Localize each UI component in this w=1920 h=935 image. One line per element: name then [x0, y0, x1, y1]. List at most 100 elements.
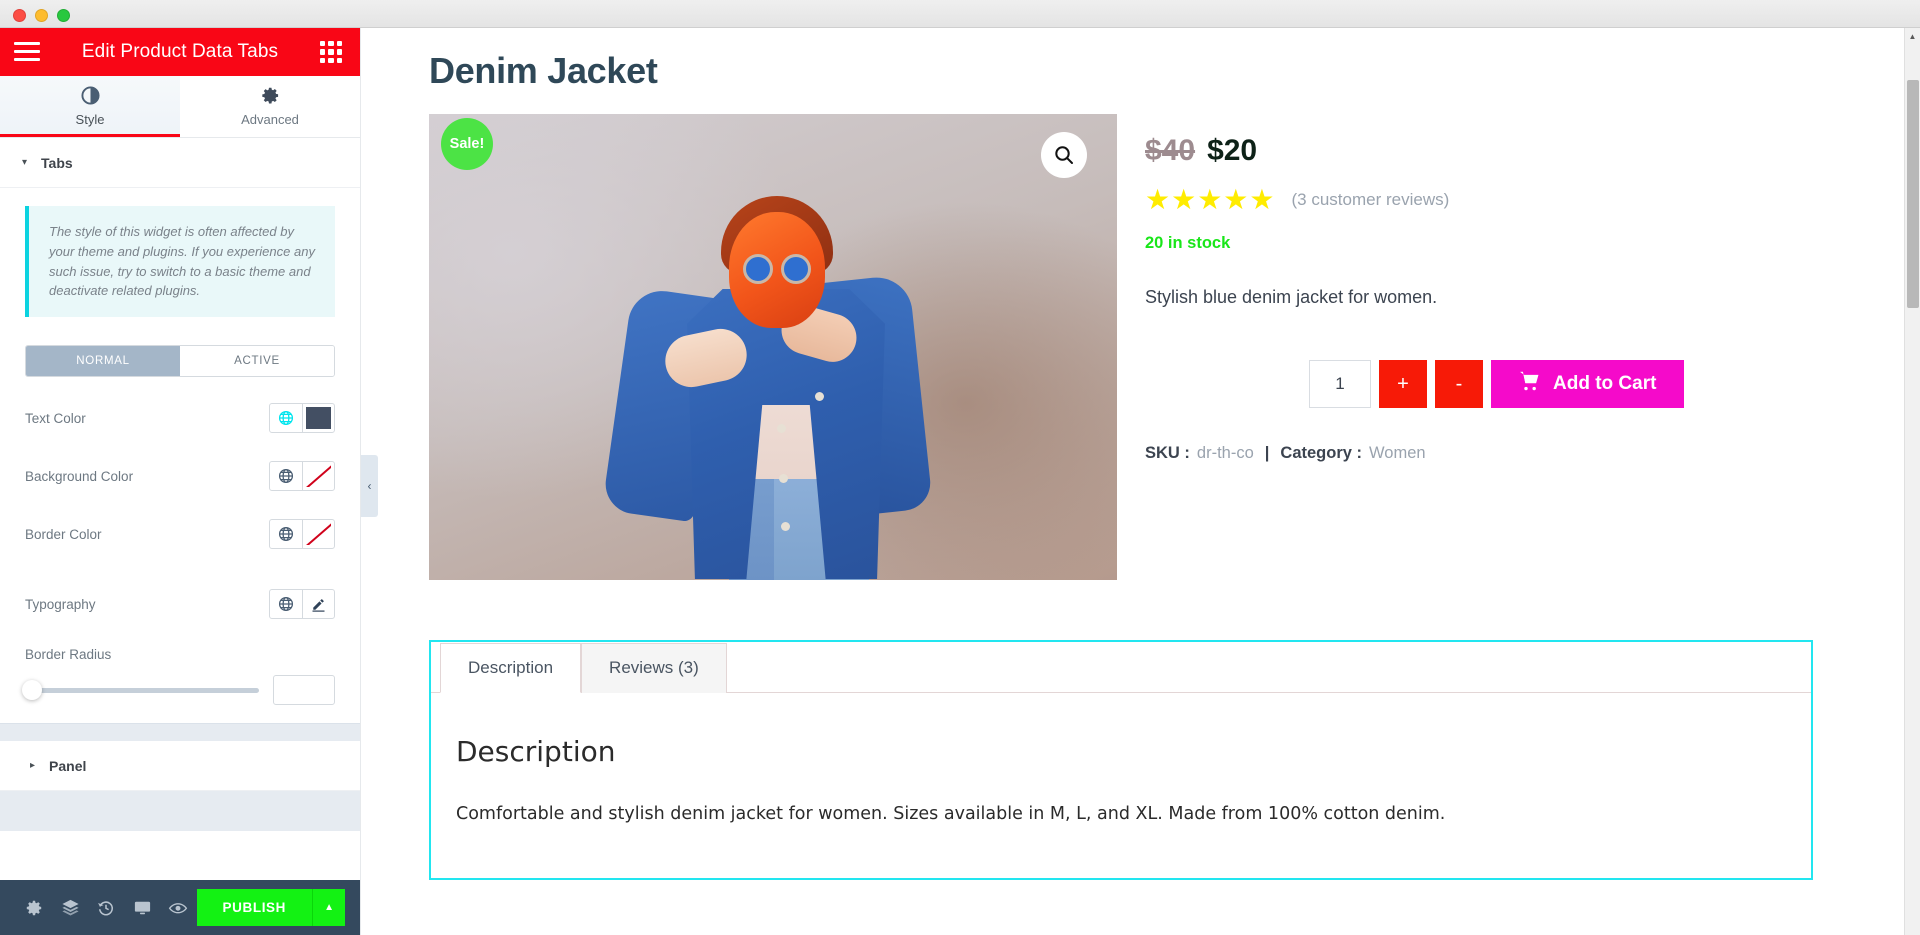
elementor-editor-panel: Edit Product Data Tabs Style Advanced ▾ … — [0, 28, 361, 935]
window-maximize-button[interactable] — [57, 9, 70, 22]
price-sale: $20 — [1207, 134, 1258, 167]
panel-tab-strip: Style Advanced — [0, 76, 360, 138]
publish-button[interactable]: PUBLISH — [196, 889, 313, 926]
tab-advanced-label: Advanced — [241, 112, 299, 127]
tab-description[interactable]: Description — [440, 643, 582, 693]
window-titlebar — [0, 0, 1920, 28]
price-original: $40 — [1145, 134, 1196, 167]
page-title: Denim Jacket — [429, 50, 658, 91]
state-tab-normal[interactable]: NORMAL — [26, 346, 180, 376]
product-summary: $40 $20 ★★★★★ (3 customer reviews) 20 in… — [1145, 114, 1849, 580]
control-background-color: Background Color — [25, 461, 335, 491]
layers-icon[interactable] — [52, 880, 88, 935]
stock-status: 20 in stock — [1145, 234, 1231, 252]
contrast-icon — [80, 86, 100, 107]
scrollbar-thumb[interactable] — [1907, 80, 1919, 308]
meta-divider: | — [1264, 444, 1270, 462]
preview-canvas: Denim Jacket Sale! $40 $20 ★★★★★ (3 cust… — [361, 28, 1904, 935]
window-close-button[interactable] — [13, 9, 26, 22]
globe-icon[interactable] — [270, 520, 302, 548]
pencil-icon[interactable] — [302, 590, 334, 618]
product-summary-section: Sale! $40 $20 ★★★★★ (3 customer reviews) — [429, 114, 1849, 580]
publish-options-arrow[interactable]: ▲ — [312, 889, 346, 926]
control-label-border-color: Border Color — [25, 526, 102, 542]
description-heading: Description — [456, 735, 616, 768]
chevron-down-icon: ▾ — [22, 157, 28, 168]
section-title-panel: Panel — [49, 757, 87, 774]
sale-badge: Sale! — [441, 118, 493, 170]
panel-bottom-toolbar: PUBLISH ▲ — [0, 880, 360, 935]
control-label-typography: Typography — [25, 596, 96, 612]
product-meta: SKU : dr-th-co | Category : Women — [1145, 444, 1849, 463]
gear-icon[interactable] — [16, 880, 52, 935]
tab-reviews[interactable]: Reviews (3) — [581, 643, 727, 693]
style-notice-text: The style of this widget is often affect… — [49, 224, 315, 299]
add-to-cart-button[interactable]: Add to Cart — [1491, 360, 1685, 408]
border-color-swatch[interactable] — [302, 520, 334, 548]
control-text-color: Text Color — [25, 403, 335, 433]
control-label-border-radius: Border Radius — [25, 647, 112, 662]
section-header-panel[interactable]: ▸ Panel — [0, 741, 360, 791]
text-color-widget — [269, 403, 335, 433]
quantity-input[interactable] — [1309, 360, 1371, 408]
control-label-text-color: Text Color — [25, 410, 86, 426]
control-typography: Typography — [25, 589, 335, 619]
panel-title: Edit Product Data Tabs — [81, 41, 279, 62]
hamburger-menu-icon[interactable] — [14, 42, 40, 62]
panel-footer-spacer — [0, 791, 360, 831]
quantity-decrease-button[interactable]: - — [1435, 360, 1483, 408]
window-minimize-button[interactable] — [35, 9, 48, 22]
chevron-right-icon: ▸ — [30, 760, 36, 771]
short-description: Stylish blue denim jacket for women. — [1145, 287, 1438, 307]
sku-label: SKU : — [1145, 444, 1190, 462]
product-tabs-nav: Description Reviews (3) — [431, 642, 1811, 693]
section-header-tabs[interactable]: ▾ Tabs — [0, 138, 360, 188]
border-radius-slider[interactable] — [22, 680, 259, 700]
category-value[interactable]: Women — [1369, 444, 1426, 463]
panel-section-divider — [0, 723, 360, 741]
magnifier-icon[interactable] — [1041, 132, 1087, 178]
product-data-tabs-widget[interactable]: Description Reviews (3) Description Comf… — [429, 640, 1813, 880]
grid-apps-icon[interactable] — [320, 41, 342, 63]
add-to-cart-label: Add to Cart — [1553, 373, 1657, 394]
background-color-widget — [269, 461, 335, 491]
vertical-scrollbar[interactable]: ▲ — [1904, 28, 1920, 935]
state-toggle-group: NORMAL ACTIVE — [25, 345, 335, 377]
control-border-radius: Border Radius — [22, 647, 335, 705]
globe-icon[interactable] — [270, 590, 302, 618]
globe-icon[interactable] — [270, 462, 302, 490]
product-tabs-panel: Description Comfortable and stylish deni… — [431, 693, 1811, 878]
panel-header: Edit Product Data Tabs — [0, 28, 360, 76]
tab-style[interactable]: Style — [0, 76, 180, 137]
price-row: $40 $20 — [1145, 134, 1849, 168]
category-label: Category : — [1280, 444, 1363, 462]
style-notice: The style of this widget is often affect… — [25, 206, 335, 317]
border-color-widget — [269, 519, 335, 549]
star-rating-icon: ★★★★★ — [1145, 184, 1276, 215]
history-icon[interactable] — [88, 880, 124, 935]
section-title-tabs: Tabs — [41, 154, 73, 171]
state-tab-active[interactable]: ACTIVE — [180, 346, 334, 376]
tab-advanced[interactable]: Advanced — [180, 76, 360, 137]
description-body: Comfortable and stylish denim jacket for… — [456, 804, 1446, 824]
panel-collapse-handle[interactable]: ‹ — [361, 455, 378, 517]
control-border-color: Border Color — [25, 519, 335, 549]
rating-row: ★★★★★ (3 customer reviews) — [1145, 186, 1849, 214]
product-image — [429, 114, 1117, 580]
tab-style-label: Style — [75, 112, 105, 127]
quantity-increase-button[interactable]: + — [1379, 360, 1427, 408]
globe-icon[interactable] — [270, 404, 302, 432]
product-gallery[interactable]: Sale! — [429, 114, 1117, 580]
add-to-cart-form: + - Add to Cart — [1309, 360, 1849, 408]
border-radius-slider-handle[interactable] — [22, 680, 42, 700]
publish-button-group: PUBLISH ▲ — [196, 889, 346, 926]
border-radius-input[interactable] — [273, 675, 335, 705]
panel-controls-body: The style of this widget is often affect… — [0, 188, 360, 705]
background-color-swatch[interactable] — [302, 462, 334, 490]
scroll-up-arrow-icon[interactable]: ▲ — [1905, 28, 1920, 44]
sku-value: dr-th-co — [1196, 444, 1254, 462]
customer-reviews-link[interactable]: (3 customer reviews) — [1292, 190, 1450, 210]
preview-eye-icon[interactable] — [160, 880, 196, 935]
responsive-monitor-icon[interactable] — [124, 880, 160, 935]
text-color-swatch[interactable] — [302, 404, 334, 432]
